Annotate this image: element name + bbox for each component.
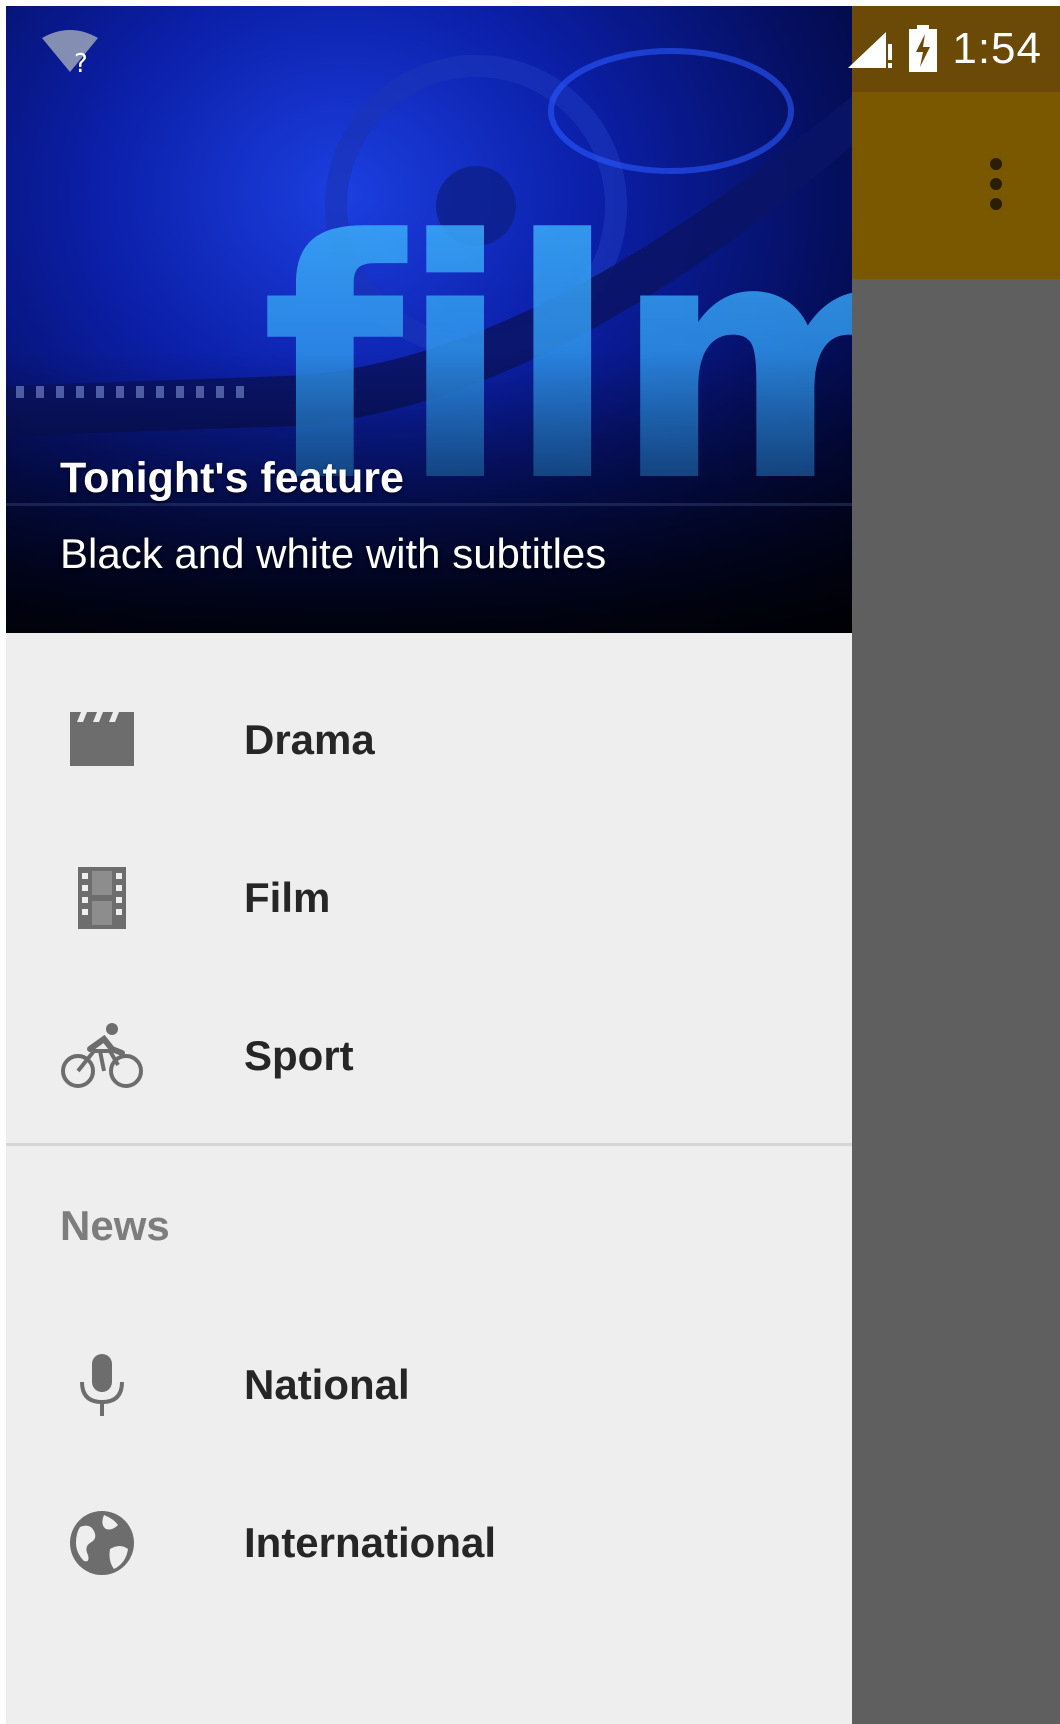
menu-item-international[interactable]: International bbox=[6, 1464, 852, 1622]
svg-text:?: ? bbox=[74, 49, 88, 78]
menu-item-label: National bbox=[244, 1361, 410, 1408]
status-bar-right: 1:54 bbox=[730, 6, 1060, 92]
wifi-unknown-icon: ? bbox=[42, 30, 98, 78]
menu-item-label: Film bbox=[244, 874, 331, 921]
battery-charging-icon bbox=[909, 25, 938, 72]
status-time: 1:54 bbox=[952, 24, 1042, 73]
screen: film ? Tonight's feature Black and white… bbox=[6, 6, 1060, 1724]
menu-item-national[interactable]: National bbox=[6, 1306, 852, 1464]
menu-item-label: Drama bbox=[244, 716, 375, 763]
cell-signal-icon bbox=[848, 32, 893, 68]
menu-item-film[interactable]: Film bbox=[6, 819, 852, 977]
more-vert-icon bbox=[990, 158, 1002, 210]
navigation-drawer: film ? Tonight's feature Black and white… bbox=[6, 6, 852, 1724]
section-header-news: News bbox=[60, 1202, 170, 1249]
app-toolbar bbox=[852, 92, 1060, 279]
overflow-menu-button[interactable] bbox=[966, 146, 1026, 226]
microphone-icon bbox=[60, 1343, 144, 1427]
menu-item-label: Sport bbox=[244, 1032, 354, 1079]
drawer-menu: Drama Film Sport News National Internati… bbox=[6, 633, 852, 1622]
film-strip-icon bbox=[60, 856, 144, 940]
menu-item-sport[interactable]: Sport bbox=[6, 977, 852, 1135]
menu-item-label: International bbox=[244, 1519, 497, 1566]
header-title: Tonight's feature bbox=[60, 454, 404, 502]
menu-item-drama[interactable]: Drama bbox=[6, 661, 852, 819]
globe-icon bbox=[60, 1501, 144, 1585]
drawer-header: film ? Tonight's feature Black and white… bbox=[6, 6, 852, 633]
cyclist-icon bbox=[60, 1014, 144, 1098]
header-subtitle: Black and white with subtitles bbox=[60, 530, 607, 577]
clapperboard-icon bbox=[60, 698, 144, 782]
